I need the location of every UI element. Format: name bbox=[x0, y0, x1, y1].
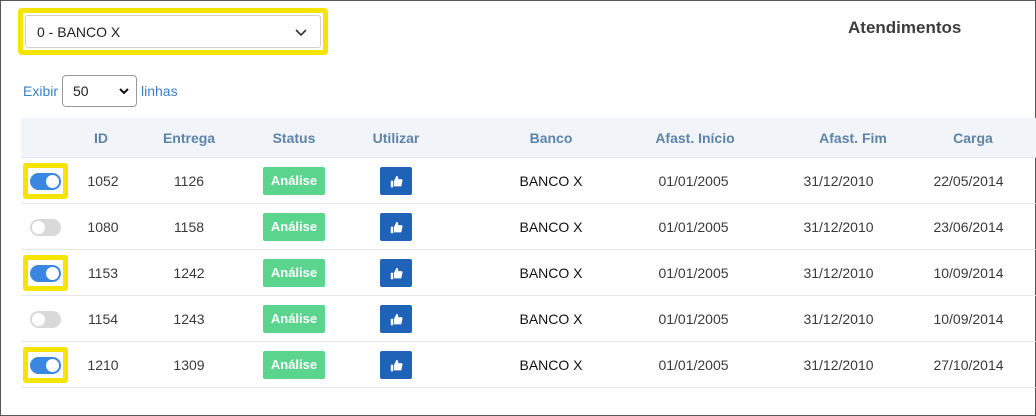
use-button[interactable] bbox=[380, 259, 412, 287]
active-toggle[interactable] bbox=[30, 356, 61, 374]
use-button[interactable] bbox=[380, 213, 412, 241]
cell-entrega: 1242 bbox=[173, 265, 205, 281]
utilizar-cell bbox=[380, 204, 412, 250]
cell-id: 1052 bbox=[87, 173, 119, 189]
thumbs-up-icon bbox=[390, 359, 403, 371]
thumbs-up-icon bbox=[390, 175, 403, 187]
cell-afast-fim: 31/12/2010 bbox=[803, 311, 874, 327]
toggle-knob bbox=[32, 220, 45, 234]
cell-carga: 23/06/2014 bbox=[933, 219, 1004, 235]
bank-select[interactable]: 0 - BANCO X bbox=[25, 15, 321, 48]
cell-afast-inicio: 01/01/2005 bbox=[658, 219, 729, 235]
chevron-down-icon bbox=[119, 88, 129, 95]
atendimentos-table: ID Entrega Status Utilizar Banco Afast. … bbox=[21, 118, 1036, 388]
length-prefix: Exibir bbox=[23, 83, 59, 99]
bank-select-value: 0 - BANCO X bbox=[37, 23, 121, 40]
utilizar-cell bbox=[380, 342, 412, 388]
status-badge: Análise bbox=[262, 213, 326, 241]
chevron-down-icon bbox=[295, 28, 307, 36]
cell-afast-fim: 31/12/2010 bbox=[803, 265, 874, 281]
utilizar-cell bbox=[380, 158, 412, 204]
page-title: Atendimentos bbox=[848, 18, 962, 37]
col-id[interactable]: ID bbox=[81, 130, 121, 146]
table-header: ID Entrega Status Utilizar Banco Afast. … bbox=[21, 118, 1036, 158]
table-row: 1052 1126 Análise BANCO X 01/01/2005 31/… bbox=[21, 158, 1036, 204]
cell-banco: BANCO X bbox=[519, 219, 583, 235]
length-suffix: linhas bbox=[141, 83, 178, 99]
cell-carga: 27/10/2014 bbox=[933, 357, 1004, 373]
cell-afast-fim: 31/12/2010 bbox=[803, 173, 874, 189]
cell-carga: 10/09/2014 bbox=[933, 311, 1004, 327]
col-status[interactable]: Status bbox=[254, 130, 334, 146]
cell-afast-inicio: 01/01/2005 bbox=[658, 265, 729, 281]
status-cell: Análise bbox=[254, 342, 334, 388]
toggle-knob bbox=[46, 266, 59, 280]
cell-entrega: 1309 bbox=[173, 357, 205, 373]
col-afast-inicio[interactable]: Afast. Início bbox=[635, 130, 755, 146]
toggle-highlight bbox=[23, 255, 68, 291]
use-button[interactable] bbox=[380, 305, 412, 333]
table-row: 1154 1243 Análise BANCO X 01/01/2005 31/… bbox=[21, 296, 1036, 342]
cell-banco: BANCO X bbox=[519, 311, 583, 327]
use-button[interactable] bbox=[380, 351, 412, 379]
toggle-knob bbox=[46, 174, 59, 188]
col-afast-fim[interactable]: Afast. Fim bbox=[793, 130, 913, 146]
status-cell: Análise bbox=[254, 158, 334, 204]
col-entrega[interactable]: Entrega bbox=[149, 130, 229, 146]
col-utilizar[interactable]: Utilizar bbox=[356, 130, 436, 146]
table-row: 1210 1309 Análise BANCO X 01/01/2005 31/… bbox=[21, 342, 1036, 388]
status-badge: Análise bbox=[262, 305, 326, 333]
toggle-highlight bbox=[23, 301, 68, 337]
toggle-knob bbox=[46, 358, 59, 372]
col-carga[interactable]: Carga bbox=[933, 130, 1013, 146]
active-toggle[interactable] bbox=[30, 218, 61, 236]
cell-entrega: 1158 bbox=[173, 219, 205, 235]
utilizar-cell bbox=[380, 296, 412, 342]
length-menu: Exibir 50 linhas bbox=[23, 75, 178, 107]
toggle-highlight bbox=[23, 347, 68, 383]
thumbs-up-icon bbox=[390, 267, 403, 279]
cell-carga: 22/05/2014 bbox=[933, 173, 1004, 189]
table-body: 1052 1126 Análise BANCO X 01/01/2005 31/… bbox=[21, 158, 1036, 388]
cell-afast-fim: 31/12/2010 bbox=[803, 357, 874, 373]
cell-banco: BANCO X bbox=[519, 265, 583, 281]
col-banco[interactable]: Banco bbox=[511, 130, 591, 146]
cell-afast-inicio: 01/01/2005 bbox=[658, 173, 729, 189]
active-toggle[interactable] bbox=[30, 264, 61, 282]
status-cell: Análise bbox=[254, 296, 334, 342]
cell-id: 1210 bbox=[87, 357, 119, 373]
cell-afast-inicio: 01/01/2005 bbox=[658, 357, 729, 373]
table-row: 1080 1158 Análise BANCO X 01/01/2005 31/… bbox=[21, 204, 1036, 250]
cell-id: 1153 bbox=[87, 265, 119, 281]
cell-banco: BANCO X bbox=[519, 357, 583, 373]
cell-id: 1080 bbox=[87, 219, 119, 235]
status-badge: Análise bbox=[262, 351, 326, 379]
cell-afast-inicio: 01/01/2005 bbox=[658, 311, 729, 327]
cell-afast-fim: 31/12/2010 bbox=[803, 219, 874, 235]
status-cell: Análise bbox=[254, 204, 334, 250]
page-length-select[interactable]: 50 bbox=[62, 75, 138, 107]
cell-entrega: 1126 bbox=[173, 173, 205, 189]
cell-carga: 10/09/2014 bbox=[933, 265, 1004, 281]
active-toggle[interactable] bbox=[30, 172, 61, 190]
thumbs-up-icon bbox=[390, 221, 403, 233]
table-row: 1153 1242 Análise BANCO X 01/01/2005 31/… bbox=[21, 250, 1036, 296]
status-cell: Análise bbox=[254, 250, 334, 296]
cell-id: 1154 bbox=[87, 311, 119, 327]
page-length-value: 50 bbox=[73, 83, 89, 99]
toggle-knob bbox=[32, 312, 45, 326]
status-badge: Análise bbox=[262, 167, 326, 195]
cell-entrega: 1243 bbox=[173, 311, 205, 327]
toggle-highlight bbox=[23, 209, 68, 245]
use-button[interactable] bbox=[380, 167, 412, 195]
utilizar-cell bbox=[380, 250, 412, 296]
status-badge: Análise bbox=[262, 259, 326, 287]
thumbs-up-icon bbox=[390, 313, 403, 325]
bank-select-highlight: 0 - BANCO X bbox=[18, 8, 328, 55]
toggle-highlight bbox=[23, 163, 68, 199]
cell-banco: BANCO X bbox=[519, 173, 583, 189]
active-toggle[interactable] bbox=[30, 310, 61, 328]
